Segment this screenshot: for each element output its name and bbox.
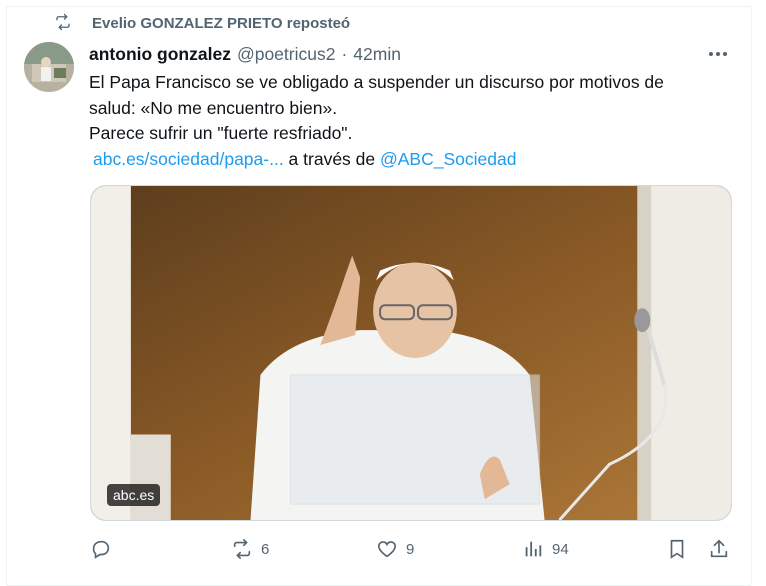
repost-label[interactable]: Evelio GONZALEZ PRIETO reposteó [92,15,350,32]
action-bar: 6 9 94 [90,538,740,562]
tweet-header: antonio gonzalez @poetricus2 · 42min [89,44,401,65]
bookmark-icon [670,539,684,559]
tweet-text-line: Parece sufrir un "fuerte resfriado". [89,123,353,143]
tweet-text-line: salud: «No me encuentro bien». [89,97,338,118]
like-count: 9 [406,540,415,558]
share-button[interactable] [708,538,730,560]
reply-icon [92,540,110,559]
media-source-badge: abc.es [107,484,161,506]
pope-photo [91,186,731,520]
tweet-media-image[interactable]: abc.es [90,185,732,521]
repost-icon [56,13,70,31]
separator: · [341,44,348,64]
views-icon [525,541,542,557]
mention-link[interactable]: @ABC_Sociedad [380,149,516,169]
tweet-text-line: El Papa Francisco se ve obligado a suspe… [89,72,664,92]
repost-indicator [54,12,72,32]
avatar[interactable] [24,42,74,92]
bookmark-button[interactable] [666,538,688,560]
via-text: a través de [283,148,380,169]
reply-button[interactable] [90,538,112,560]
retweet-icon [233,539,251,559]
tweet-text: El Papa Francisco se ve obligado a suspe… [89,70,729,172]
retweet-button[interactable]: 6 [231,538,269,560]
article-link[interactable]: abc.es/sociedad/papa-... [93,149,284,169]
retweet-count: 6 [261,540,270,558]
heart-icon [377,541,397,558]
like-button[interactable]: 9 [376,538,414,560]
views-button[interactable]: 94 [522,538,569,560]
views-count: 94 [552,540,569,558]
timestamp[interactable]: 42min [353,44,401,65]
share-icon [710,539,728,558]
author-name[interactable]: antonio gonzalez [89,44,231,65]
more-options-button[interactable] [706,44,730,64]
author-handle[interactable]: @poetricus2 [237,44,336,65]
more-icon [709,52,713,56]
